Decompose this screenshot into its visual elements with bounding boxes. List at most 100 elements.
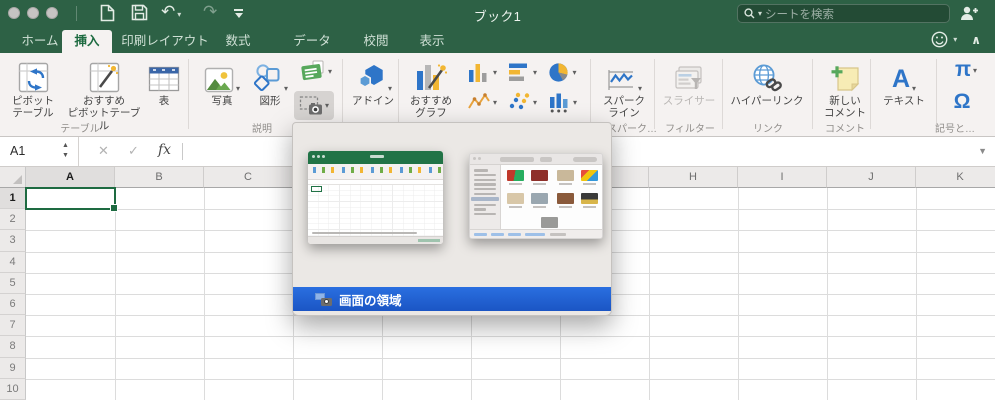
- addins-button[interactable]: ▾ アドイン: [346, 57, 400, 107]
- photo-dropdown-icon[interactable]: ▾: [236, 84, 240, 93]
- thumb-scrollbar: [312, 232, 418, 234]
- row-header[interactable]: 7: [0, 315, 26, 337]
- name-box[interactable]: A1 ▲ ▼: [0, 137, 79, 166]
- tab-data[interactable]: データ: [288, 30, 336, 53]
- smartart-dropdown-icon[interactable]: ▾: [328, 67, 332, 76]
- smiley-dropdown-icon: ▾: [953, 35, 958, 44]
- share-user-icon[interactable]: [959, 5, 979, 26]
- pivot-table-button[interactable]: ピボット テーブル: [4, 57, 62, 120]
- sparkline-button[interactable]: ▾ スパーク ライン: [596, 57, 652, 120]
- row-header[interactable]: 8: [0, 336, 26, 358]
- row-header[interactable]: 5: [0, 272, 26, 294]
- recommended-charts-button[interactable]: おすすめ グラフ: [402, 57, 460, 120]
- column-chart-dropdown-icon[interactable]: ▾: [493, 68, 497, 77]
- row-header[interactable]: 4: [0, 251, 26, 273]
- new-comment-button[interactable]: 新しい コメント: [816, 57, 874, 120]
- sparkline-dropdown-icon[interactable]: ▾: [638, 84, 642, 93]
- select-all-corner[interactable]: [0, 167, 26, 188]
- addins-icon: [358, 65, 383, 88]
- search-scope-dropdown-icon[interactable]: ▾: [758, 9, 762, 18]
- tab-formulas[interactable]: 数式: [216, 30, 260, 53]
- finder-window-thumbnail[interactable]: [469, 153, 603, 239]
- feedback-smiley-button[interactable]: ▾: [931, 31, 957, 48]
- tab-home[interactable]: ホーム: [18, 30, 62, 53]
- row-header[interactable]: 10: [0, 378, 26, 400]
- slicer-label: スライサー: [662, 95, 716, 107]
- smartart-button[interactable]: ▾: [296, 58, 336, 84]
- search-input[interactable]: ▾ シートを検索: [737, 4, 950, 23]
- bar-chart-dropdown-icon[interactable]: ▾: [533, 68, 537, 77]
- equation-button[interactable]: π ▾: [946, 57, 986, 83]
- tab-view[interactable]: 表示: [410, 30, 454, 53]
- thumb-photo: [581, 170, 598, 185]
- new-comment-label: 新しい コメント: [824, 95, 866, 120]
- cell-reference: A1: [10, 144, 26, 158]
- thumb-photo: [557, 193, 574, 208]
- row-header[interactable]: 2: [0, 209, 26, 231]
- column-header[interactable]: B: [115, 167, 204, 188]
- line-chart-dropdown-icon[interactable]: ▾: [493, 98, 497, 107]
- table-button[interactable]: 表: [144, 57, 184, 107]
- column-header[interactable]: H: [649, 167, 738, 188]
- column-chart-icon: [468, 64, 487, 82]
- shapes-button[interactable]: ▾ 図形: [246, 57, 294, 107]
- tab-insert[interactable]: 挿入: [62, 30, 112, 53]
- line-chart-icon: [468, 93, 490, 109]
- hyperlink-button[interactable]: ハイパーリンク: [726, 57, 808, 107]
- ribbon-tabs: ホーム 挿入 印刷レイアウト 数式 データ 校閲 表示 ▾ ∧: [0, 27, 995, 53]
- enter-button[interactable]: ✓: [128, 143, 139, 159]
- other-charts-button[interactable]: ▾: [542, 89, 582, 115]
- thumb-ribbon: [308, 164, 443, 180]
- slicer-button: スライサー: [660, 57, 718, 107]
- scatter-chart-button[interactable]: ▾: [502, 89, 542, 115]
- pie-chart-button[interactable]: ▾: [542, 59, 582, 85]
- column-header[interactable]: C: [204, 167, 293, 188]
- screen-region-icon: [315, 292, 332, 306]
- other-charts-dropdown-icon[interactable]: ▾: [573, 98, 577, 107]
- selected-cell[interactable]: [25, 187, 116, 211]
- column-header[interactable]: A: [26, 167, 115, 188]
- line-chart-button[interactable]: ▾: [462, 89, 502, 115]
- fill-handle[interactable]: [110, 204, 118, 213]
- screenshot-button[interactable]: ▾: [294, 91, 334, 120]
- text-dropdown-icon[interactable]: ▾: [912, 84, 916, 93]
- column-header[interactable]: J: [827, 167, 916, 188]
- shapes-dropdown-icon[interactable]: ▾: [284, 84, 288, 93]
- row-header[interactable]: 3: [0, 230, 26, 252]
- column-header[interactable]: K: [916, 167, 995, 188]
- screen-region-menu-item[interactable]: 画面の領域: [293, 287, 611, 311]
- photo-button[interactable]: ▾ 写真: [196, 57, 248, 107]
- column-chart-button[interactable]: ▾: [462, 59, 502, 85]
- scatter-chart-dropdown-icon[interactable]: ▾: [533, 98, 537, 107]
- sparkline-icon: [608, 70, 633, 90]
- collapse-ribbon-icon[interactable]: ∧: [971, 33, 981, 47]
- gridline: [26, 378, 995, 380]
- screenshot-dropdown-icon[interactable]: ▾: [325, 101, 329, 110]
- symbol-button[interactable]: Ω: [942, 89, 982, 115]
- tab-page-layout[interactable]: 印刷レイアウト: [118, 30, 212, 53]
- photo-label: 写真: [211, 95, 233, 107]
- column-header[interactable]: I: [738, 167, 827, 188]
- group-divider: [654, 59, 655, 129]
- search-placeholder: シートを検索: [765, 8, 835, 21]
- tab-review[interactable]: 校閲: [354, 30, 398, 53]
- group-divider: [590, 59, 591, 129]
- name-box-stepper[interactable]: ▲ ▼: [62, 141, 69, 161]
- expand-formula-bar-icon[interactable]: ▼: [978, 146, 987, 156]
- equation-dropdown-icon[interactable]: ▾: [973, 66, 977, 75]
- row-header[interactable]: 1: [0, 188, 26, 210]
- row-header[interactable]: 9: [0, 357, 26, 379]
- thumb-photo: [507, 193, 524, 208]
- bar-chart-button[interactable]: ▾: [502, 59, 542, 85]
- pie-chart-dropdown-icon[interactable]: ▾: [572, 68, 576, 77]
- thumb-photo: [581, 193, 598, 208]
- insert-function-button[interactable]: fx: [158, 142, 171, 158]
- excel-window-thumbnail[interactable]: [308, 151, 443, 244]
- cancel-button[interactable]: ✕: [98, 143, 109, 159]
- addins-dropdown-icon[interactable]: ▾: [388, 84, 392, 93]
- hyperlink-label: ハイパーリンク: [730, 95, 804, 107]
- row-header[interactable]: 6: [0, 294, 26, 316]
- group-divider: [188, 59, 189, 129]
- text-button[interactable]: A ▾ テキスト: [876, 57, 932, 107]
- thumb-finder-content: [501, 165, 602, 232]
